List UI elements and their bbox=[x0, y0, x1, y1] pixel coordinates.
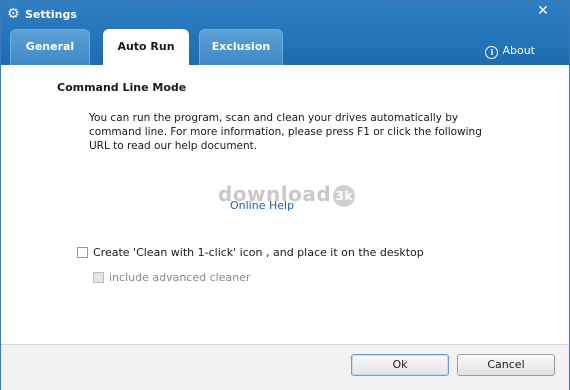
ok-button[interactable]: Ok bbox=[351, 354, 449, 376]
tab-auto-run[interactable]: Auto Run bbox=[103, 29, 189, 66]
tab-general[interactable]: General bbox=[10, 29, 90, 65]
auto-run-panel: Command Line Mode You can run the progra… bbox=[1, 65, 569, 345]
window-title: Settings bbox=[25, 8, 77, 21]
info-icon: i bbox=[485, 46, 499, 59]
cancel-button[interactable]: Cancel bbox=[457, 354, 555, 376]
create-shortcut-checkbox[interactable] bbox=[77, 247, 88, 258]
include-advanced-checkbox[interactable] bbox=[93, 272, 104, 283]
create-shortcut-label: Create 'Clean with 1-click' icon , and p… bbox=[93, 246, 424, 259]
tab-exclusion[interactable]: Exclusion bbox=[199, 29, 283, 65]
include-advanced-option[interactable]: include advanced cleaner bbox=[93, 271, 250, 284]
header-band: ⚙ Settings ✕ General Auto Run Exclusion … bbox=[1, 1, 569, 66]
section-description: You can run the program, scan and clean … bbox=[89, 112, 482, 152]
include-advanced-label: include advanced cleaner bbox=[109, 271, 251, 284]
gear-icon: ⚙ bbox=[7, 6, 20, 22]
create-shortcut-option[interactable]: Create 'Clean with 1-click' icon , and p… bbox=[77, 246, 424, 259]
section-title: Command Line Mode bbox=[57, 81, 187, 94]
title-bar: ⚙ Settings ✕ bbox=[1, 1, 569, 27]
online-help-link[interactable]: Online Help bbox=[230, 199, 294, 212]
close-button[interactable]: ✕ bbox=[523, 2, 563, 20]
dialog-footer: Ok Cancel bbox=[1, 344, 569, 390]
about-label: About bbox=[502, 44, 535, 57]
about-link[interactable]: i About bbox=[485, 44, 535, 59]
watermark-badge: 3k bbox=[333, 185, 356, 207]
settings-window: ⚙ Settings ✕ General Auto Run Exclusion … bbox=[0, 0, 570, 390]
